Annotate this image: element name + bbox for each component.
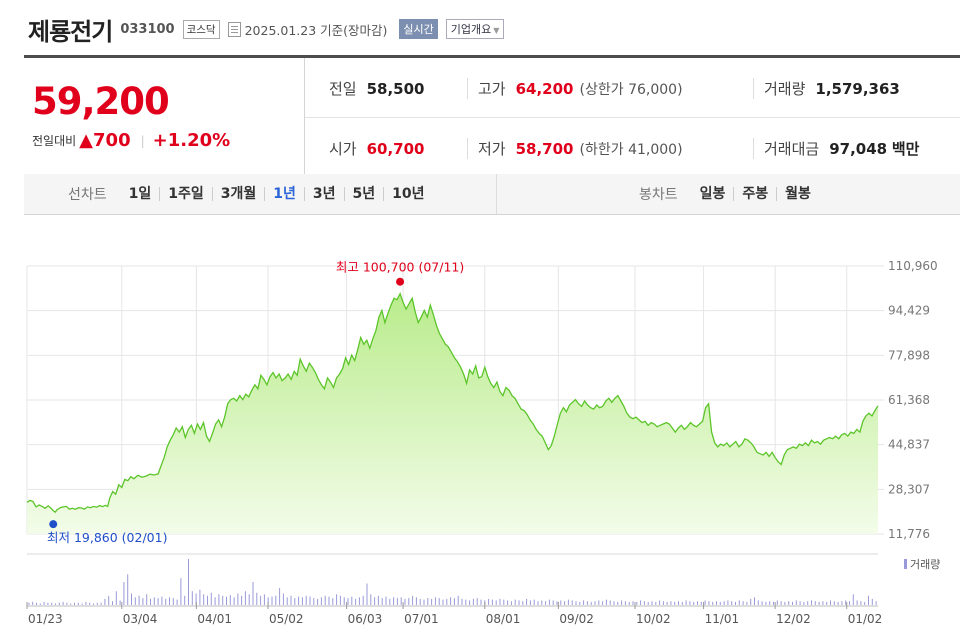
x-tick-label: 01/23: [28, 612, 63, 626]
period-3m[interactable]: 3개월: [213, 187, 266, 201]
low-price: 저가 58,700 (하한가 41,000): [467, 138, 683, 159]
amount-label: 거래대금: [764, 140, 820, 158]
candle-chart-label: 봉차트: [639, 187, 678, 203]
high-price: 고가 64,200 (상한가 76,000): [467, 78, 683, 99]
current-price-box: 59,200 전일대비 ▲ 700 | +1.20%: [24, 58, 305, 176]
period-1w[interactable]: 1주일: [160, 187, 213, 201]
x-tick-label: 09/02: [559, 612, 594, 626]
y-tick-label: 28,307: [888, 482, 930, 496]
document-icon: [227, 21, 241, 37]
high-label: 고가: [478, 80, 506, 98]
low-value: 58,700: [515, 140, 574, 158]
divider: [496, 174, 497, 214]
price-chart: 110,960 94,429 77,898 61,368 44,837 28,307 11,…: [26, 259, 940, 626]
open-price: 시가 60,700: [329, 138, 425, 159]
volume-legend-label: 거래량: [910, 558, 940, 571]
x-tick-label: 06/03: [348, 612, 383, 626]
change-value: 700: [93, 130, 131, 151]
company-info-label: 기업개요: [450, 23, 492, 36]
period-3y[interactable]: 3년: [305, 187, 345, 201]
y-tick-label: 61,368: [888, 393, 930, 407]
high-marker: [396, 277, 405, 286]
y-tick-label: 44,837: [888, 438, 930, 452]
market-badge: 코스닥: [182, 19, 220, 39]
candle-weekly[interactable]: 주봉: [734, 187, 778, 201]
x-tick-label: 03/04: [123, 612, 158, 626]
line-chart-periods: 선차트 1일 1주일 3개월 1년 3년 5년 10년: [68, 174, 433, 214]
x-tick-label: 12/02: [776, 612, 811, 626]
base-date: 2025.01.23 기준(장마감): [244, 22, 388, 38]
open-label: 시가: [329, 140, 357, 158]
volume-label: 거래량: [764, 80, 806, 98]
amount-unit: 백만: [891, 140, 920, 158]
low-label: 저가: [478, 140, 506, 158]
period-10y[interactable]: 10년: [384, 187, 432, 201]
prev-close: 전일 58,500: [329, 78, 425, 99]
stock-code: 033100: [120, 21, 175, 37]
change-label: 전일대비: [32, 134, 77, 148]
volume-value: 1,579,363: [815, 80, 900, 98]
y-tick-label: 77,898: [888, 348, 930, 362]
x-tick-label: 08/01: [486, 612, 521, 626]
x-axis-ticks: 01/23 03/04 04/01 05/02 06/03 07/01 08/01 09/02…: [26, 602, 883, 626]
y-axis-ticks: 110,960 94,429 77,898 61,368 44,837 28,307 11,…: [888, 259, 938, 541]
low-marker: [49, 520, 58, 529]
period-bar: 선차트 1일 1주일 3개월 1년 3년 5년 10년 봉차트 일봉 주봉 월봉: [24, 174, 960, 215]
trade-amount: 거래대금 97,048 백만: [753, 138, 919, 159]
divider: |: [140, 133, 145, 148]
line-chart-label: 선차트: [68, 187, 107, 203]
prev-close-value: 58,500: [366, 80, 425, 98]
upper-limit-value: 76,000: [628, 82, 678, 98]
quote-panel: 59,200 전일대비 ▲ 700 | +1.20% 전일 58,500 고가 64…: [24, 55, 960, 177]
amount-value: 97,048: [829, 140, 888, 158]
current-price: 59,200: [32, 80, 170, 123]
prev-close-label: 전일: [329, 80, 357, 98]
up-triangle-icon: ▲: [79, 130, 94, 151]
open-value: 60,700: [366, 140, 425, 158]
volume-bars: 거래량: [28, 558, 940, 605]
x-tick-label: 11/01: [705, 612, 740, 626]
realtime-button[interactable]: 실시간: [399, 19, 438, 39]
change-percent: +1.20%: [152, 130, 231, 151]
x-tick-label: 07/01: [404, 612, 439, 626]
x-tick-label: 05/02: [269, 612, 304, 626]
price-area: [27, 293, 878, 534]
low-label: 최저 19,860 (02/01): [47, 530, 167, 545]
x-tick-label: 04/01: [197, 612, 232, 626]
volume: 거래량 1,579,363: [753, 78, 900, 99]
lower-limit-value: 41,000: [628, 142, 678, 158]
candle-daily[interactable]: 일봉: [692, 187, 735, 201]
stock-header: 제룡전기 033100 코스닥 2025.01.23 기준(장마감) 실시간 기…: [28, 14, 505, 46]
company-info-dropdown[interactable]: 기업개요 ▼: [445, 19, 505, 39]
y-tick-label: 94,429: [888, 304, 930, 318]
period-5y[interactable]: 5년: [345, 187, 385, 201]
y-tick-label: 110,960: [888, 259, 938, 273]
x-tick-label: 01/02: [848, 612, 883, 626]
company-name: 제룡전기: [28, 17, 113, 46]
period-1d[interactable]: 1일: [121, 187, 161, 201]
volume-legend-swatch: [904, 559, 907, 569]
upper-limit-label: 상한가: [584, 82, 624, 98]
high-label: 최고 100,700 (07/11): [336, 260, 464, 275]
candle-chart-periods: 봉차트 일봉 주봉 월봉: [639, 174, 819, 214]
y-tick-label: 11,776: [888, 527, 930, 541]
high-value: 64,200: [515, 80, 574, 98]
x-tick-label: 10/02: [636, 612, 671, 626]
period-1y[interactable]: 1년: [265, 187, 305, 201]
caret-down-icon: ▼: [493, 26, 500, 35]
lower-limit-label: 하한가: [584, 142, 624, 158]
candle-monthly[interactable]: 월봉: [777, 187, 819, 201]
price-change: 전일대비 ▲ 700 | +1.20%: [32, 130, 230, 151]
